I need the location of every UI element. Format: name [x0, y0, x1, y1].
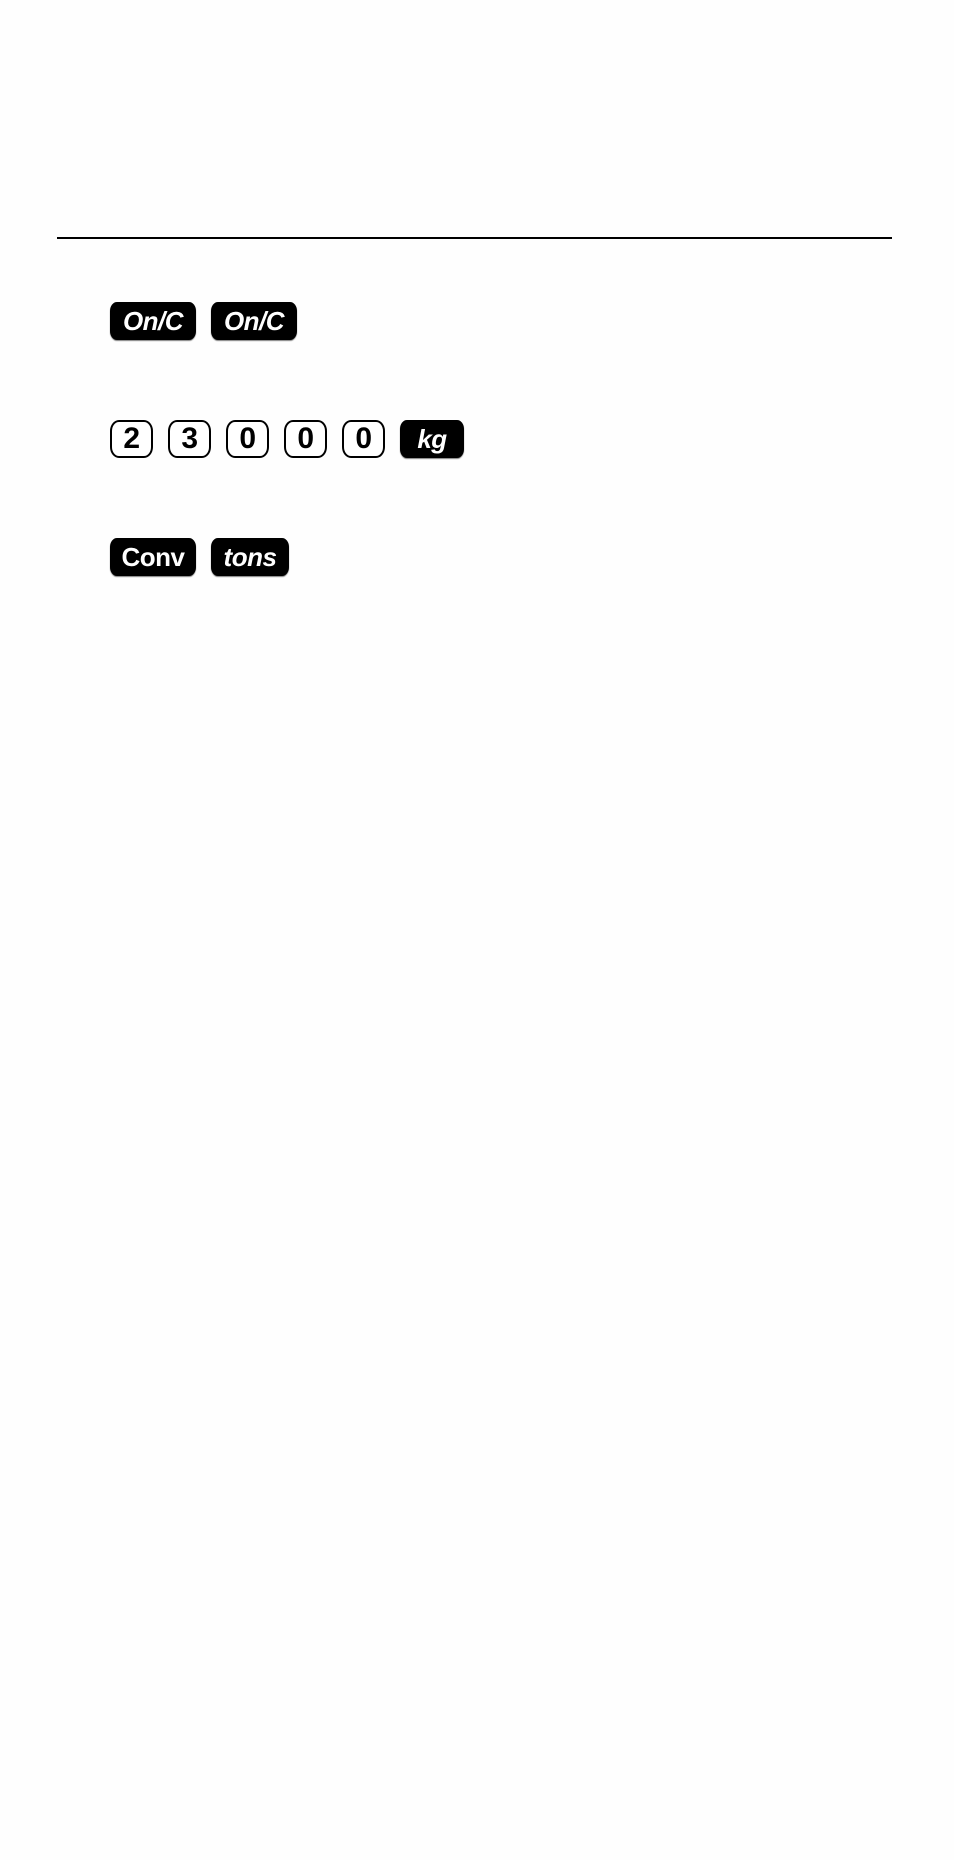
digit-key-0: 0 — [284, 420, 327, 458]
tons-unit-key: tons — [211, 538, 289, 576]
kg-unit-key: kg — [400, 420, 464, 458]
on-clear-key: On/C — [211, 302, 297, 340]
digit-key-3: 3 — [168, 420, 211, 458]
convert-key: Conv — [110, 538, 196, 576]
section-divider — [57, 237, 892, 239]
keystroke-step-convert: Conv tons — [110, 538, 289, 576]
keystroke-step-enter-value: 2 3 0 0 0 kg — [110, 420, 464, 458]
digit-key-0: 0 — [226, 420, 269, 458]
keystroke-step-clear: On/C On/C — [110, 302, 297, 340]
digit-key-0: 0 — [342, 420, 385, 458]
digit-key-2: 2 — [110, 420, 153, 458]
on-clear-key: On/C — [110, 302, 196, 340]
